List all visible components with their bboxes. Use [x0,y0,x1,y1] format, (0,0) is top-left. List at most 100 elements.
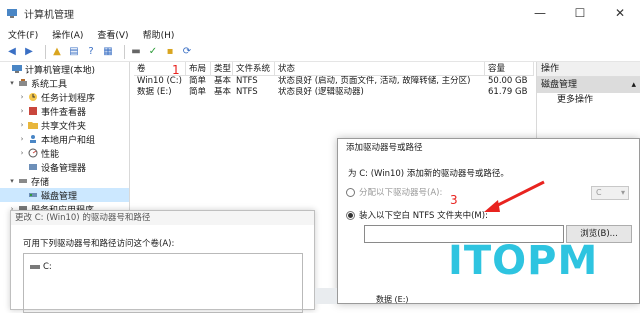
users-icon [30,135,36,143]
console-tree: 计算机管理(本地) ▾ 系统工具 › 任务计划程序 › 事件查看器 › 共享文件… [0,62,130,216]
maximize-button[interactable]: ☐ [560,0,600,26]
table-cell: 50.00 GB [488,76,528,86]
table-cell: 状态良好 (逻辑驱动器) [278,87,364,97]
collapse-icon[interactable]: ▾ [8,79,16,87]
table-cell: 数据 (E:) [137,87,172,97]
forward-icon[interactable]: ▶ [23,46,35,58]
menu-action[interactable]: 操作(A) [52,28,83,41]
properties-icon[interactable]: ▦ [102,46,114,58]
column-header-layout[interactable]: 布局 [186,62,211,75]
column-header-type[interactable]: 类型 [211,62,233,75]
folder-icon [28,122,38,129]
table-cell: 基本 [214,76,232,86]
disk-icon[interactable]: ▬ [130,46,142,58]
annotation-number-one: 1 [172,63,180,77]
tree-item-label: 事件查看器 [41,107,87,118]
toolbar-divider [45,44,46,59]
table-cell: 状态良好 (启动, 页面文件, 活动, 故障转储, 主分区) [278,76,471,86]
window-title: 计算机管理 [24,9,74,21]
collapse-icon[interactable]: ▴ [631,77,636,93]
tree-item-computer-management[interactable]: 计算机管理(本地) [0,62,129,76]
tree-item-label: 任务计划程序 [41,93,96,104]
tree-item-device-manager[interactable]: 设备管理器 [0,160,129,174]
actions-header: 操作 [537,62,640,77]
disk-management-icon [29,193,37,197]
expand-icon[interactable]: › [18,121,26,129]
console-tree-icon[interactable]: ▤ [68,46,80,58]
option-label: 装入以下空白 NTFS 文件夹中(M): [359,211,488,221]
volume-list-header: 卷 布局 类型 文件系统 状态 容量 [134,62,534,76]
change-drive-letter-dialog: 更改 C: (Win10) 的驱动器号和路径 可用下列驱动器号和路径访问这个卷(… [10,210,315,313]
dialog-label: 可用下列驱动器号和路径访问这个卷(A): [23,239,175,249]
device-icon [29,164,37,170]
toolbar-divider [124,44,125,59]
minimize-button[interactable]: — [520,0,560,26]
more-actions-link[interactable]: 更多操作 [537,93,640,107]
tree-item-disk-management[interactable]: 磁盘管理 [0,188,129,202]
list-item[interactable]: C: [30,262,52,272]
tree-item-label: 存储 [31,177,50,188]
drive-letter-select[interactable]: C ▾ [591,186,629,200]
close-button[interactable]: ✕ [600,0,640,26]
clock-icon [29,93,37,101]
watermark-logo: ITOPM [448,238,599,284]
radio-button[interactable] [346,187,355,197]
tree-item-shared-folders[interactable]: › 共享文件夹 [0,118,129,132]
expand-icon[interactable]: › [18,107,26,115]
annotation-number-three: 3 [450,193,458,207]
refresh-icon[interactable]: ⟳ [181,46,193,58]
dialog-title: 更改 C: (Win10) 的驱动器号和路径 [11,211,314,225]
storage-icon [19,179,27,183]
table-cell: 基本 [214,87,232,97]
actions-section-label: 磁盘管理 [541,80,578,90]
tree-item-storage[interactable]: ▾ 存储 [0,174,129,188]
drive-path-list[interactable]: C: [23,253,303,313]
list-item-label: C: [43,262,52,272]
collapse-icon[interactable]: ▾ [8,177,16,185]
check-icon[interactable]: ✓ [147,46,159,58]
tree-item-task-scheduler[interactable]: › 任务计划程序 [0,90,129,104]
tree-item-label: 计算机管理(本地) [25,65,96,76]
title-bar: 计算机管理 — ☐ ✕ [0,0,640,26]
actions-section-disk-management[interactable]: 磁盘管理 ▴ [537,77,640,93]
tree-item-performance[interactable]: › 性能 [0,146,129,160]
expand-icon[interactable]: › [18,135,26,143]
tree-item-event-viewer[interactable]: › 事件查看器 [0,104,129,118]
scroll-strip [315,288,337,304]
performance-icon [28,148,38,158]
table-row[interactable]: 数据 (E:) 简单 基本 NTFS 状态良好 (逻辑驱动器) 61.79 GB [134,87,534,98]
dialog-title: 添加驱动器号或路径 [346,143,423,153]
tree-item-label: 系统工具 [31,79,68,90]
drive-icon [30,265,40,269]
help-icon[interactable]: ? [85,46,97,58]
back-icon[interactable]: ◀ [6,46,18,58]
table-cell: NTFS [236,87,258,97]
menu-help[interactable]: 帮助(H) [143,28,175,41]
mount-folder-option[interactable]: 装入以下空白 NTFS 文件夹中(M): [346,209,488,221]
up-folder-icon[interactable]: ▲ [51,46,63,58]
column-header-status[interactable]: 状态 [275,62,485,75]
computer-icon [12,65,22,73]
menu-bar: 文件(F) 操作(A) 查看(V) 帮助(H) [0,26,640,42]
event-icon [29,107,37,115]
tree-item-local-users[interactable]: › 本地用户和组 [0,132,129,146]
tree-item-system-tools[interactable]: ▾ 系统工具 [0,76,129,90]
toolbar: ◀ ▶ ▲ ▤ ? ▦ ▬ ✓ ▪ ⟳ [0,42,640,62]
red-arrow-icon [484,180,545,212]
expand-icon[interactable]: › [18,149,26,157]
column-header-capacity[interactable]: 容量 [485,62,534,75]
table-cell: 61.79 GB [488,87,528,97]
radio-button[interactable] [346,210,355,220]
column-header-filesystem[interactable]: 文件系统 [233,62,275,75]
tree-item-label: 本地用户和组 [41,135,96,146]
select-value: C [596,188,602,197]
table-cell: 简单 [189,87,207,97]
option-label: 分配以下驱动器号(A): [359,188,443,198]
menu-view[interactable]: 查看(V) [97,28,128,41]
menu-file[interactable]: 文件(F) [8,28,38,41]
assign-letter-option[interactable]: 分配以下驱动器号(A): [346,186,442,198]
table-row[interactable]: Win10 (C:) 简单 基本 NTFS 状态良好 (启动, 页面文件, 活动… [134,76,534,87]
new-icon[interactable]: ▪ [164,46,176,58]
tree-item-label: 磁盘管理 [41,191,78,202]
expand-icon[interactable]: › [18,93,26,101]
